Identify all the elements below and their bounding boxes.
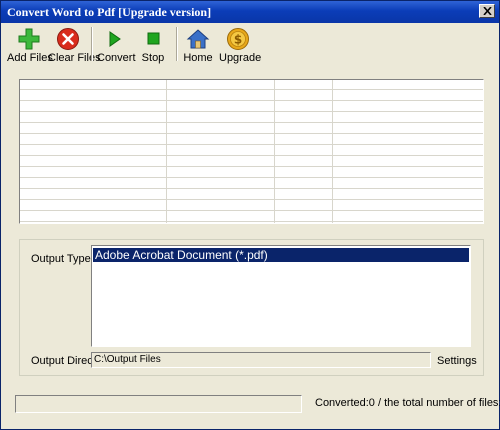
grid-line bbox=[20, 144, 483, 145]
upgrade-label: Upgrade bbox=[219, 52, 262, 64]
grid-line bbox=[20, 221, 483, 222]
clear-files-label: Clear Files bbox=[48, 52, 101, 64]
output-type-option[interactable]: Adobe Acrobat Document (*.pdf) bbox=[93, 248, 469, 262]
grid-line bbox=[20, 133, 483, 134]
add-files-label: Add Files bbox=[7, 52, 53, 64]
grid-line bbox=[20, 122, 483, 123]
stop-button[interactable]: Stop bbox=[138, 25, 168, 65]
grid-line bbox=[20, 188, 483, 189]
home-label: Home bbox=[183, 52, 213, 64]
plus-icon bbox=[18, 28, 40, 50]
progress-field bbox=[15, 395, 302, 413]
grid-column-line bbox=[166, 80, 167, 223]
title-bar[interactable]: Convert Word to Pdf [Upgrade version] bbox=[1, 1, 499, 23]
close-icon bbox=[483, 7, 492, 15]
grid-line bbox=[20, 199, 483, 200]
grid-line bbox=[20, 155, 483, 156]
home-icon bbox=[186, 29, 210, 49]
window-title: Convert Word to Pdf [Upgrade version] bbox=[7, 5, 212, 19]
convert-label: Convert bbox=[97, 52, 136, 64]
output-type-list[interactable]: Adobe Acrobat Document (*.pdf) bbox=[91, 245, 471, 347]
toolbar-separator bbox=[91, 27, 93, 61]
add-files-button[interactable]: Add Files bbox=[7, 25, 53, 65]
toolbar-separator bbox=[176, 27, 178, 61]
upgrade-button[interactable]: $ Upgrade bbox=[219, 25, 262, 65]
grid-line bbox=[20, 210, 483, 211]
grid-line bbox=[20, 89, 483, 90]
play-icon bbox=[109, 31, 121, 47]
settings-button[interactable]: Settings bbox=[437, 355, 477, 367]
app-window: Convert Word to Pdf [Upgrade version] Ad… bbox=[0, 0, 500, 430]
grid-line bbox=[20, 177, 483, 178]
grid-line bbox=[20, 100, 483, 101]
grid-line bbox=[20, 166, 483, 167]
status-text: Converted:0 / the total number of files:… bbox=[315, 397, 500, 409]
convert-button[interactable]: Convert bbox=[97, 25, 136, 65]
file-list[interactable] bbox=[19, 79, 484, 224]
stop-label: Stop bbox=[141, 52, 165, 64]
toolbar: Add Files Clear Files Convert Stop Home … bbox=[1, 23, 499, 65]
x-circle-icon bbox=[57, 28, 79, 50]
stop-icon bbox=[147, 32, 160, 45]
svg-text:$: $ bbox=[234, 33, 242, 47]
clear-files-button[interactable]: Clear Files bbox=[48, 25, 101, 65]
grid-column-line bbox=[332, 80, 333, 223]
close-button[interactable] bbox=[479, 4, 495, 18]
grid-line bbox=[20, 111, 483, 112]
home-button[interactable]: Home bbox=[183, 25, 213, 65]
output-directory-field[interactable]: C:\Output Files bbox=[91, 352, 431, 368]
output-type-label: Output Type: bbox=[31, 253, 94, 265]
dollar-coin-icon: $ bbox=[227, 28, 249, 50]
grid-column-line bbox=[274, 80, 275, 223]
